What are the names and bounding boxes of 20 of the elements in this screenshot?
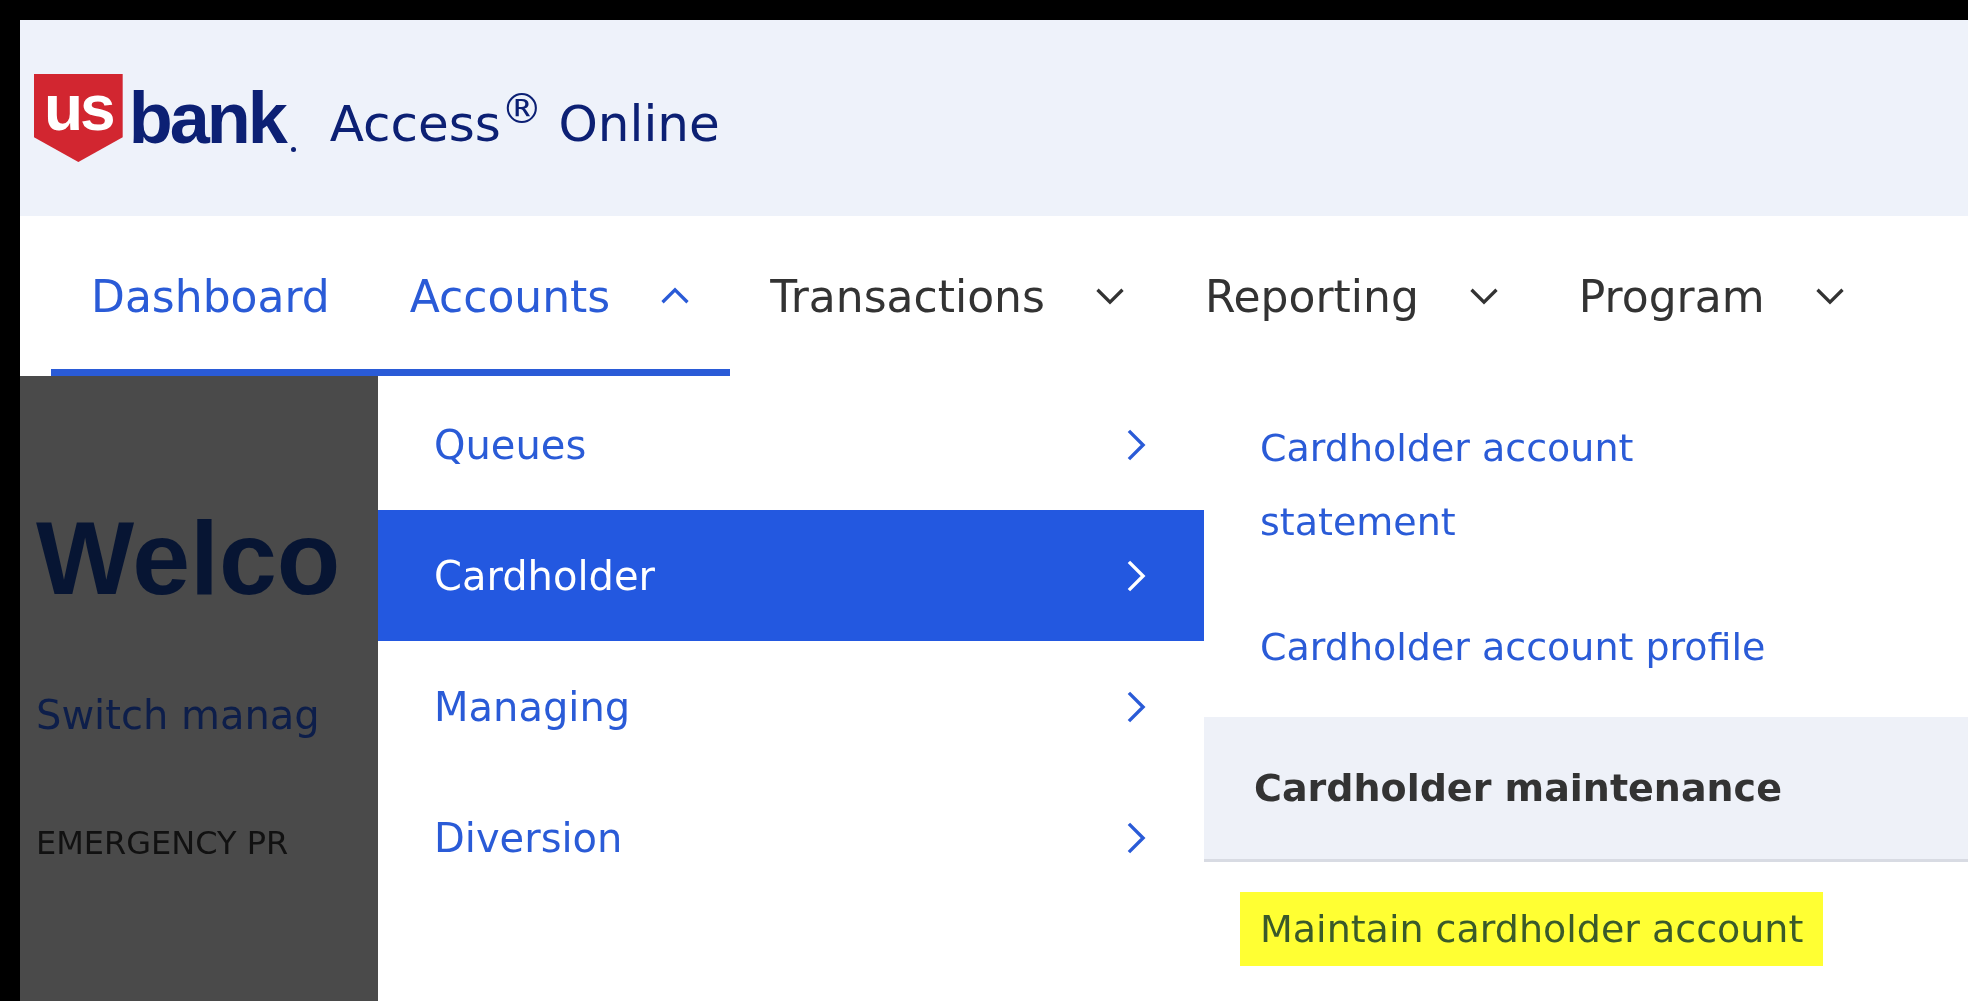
chevron-right-icon [1126,689,1146,724]
chevron-right-icon [1126,427,1146,462]
submenu-link[interactable]: Cardholder account profile [1260,610,1766,684]
menu-item[interactable]: Managing [378,641,1204,772]
app-title: Access$^{®}$ Online [329,83,720,153]
logo-text: bank [128,82,285,154]
submenu-link[interactable]: Cardholder account statement [1260,411,1780,559]
menu-item[interactable]: Queues [378,379,1204,510]
section-label: EMERGENCY PR [36,824,290,862]
submenu-link[interactable]: Maintain cardholder account [1240,892,1824,966]
nav-tab[interactable]: Program [1538,216,1885,376]
nav-tab[interactable]: Reporting [1164,216,1539,376]
logo-mark: us [34,74,123,162]
page-heading: Welco [36,506,342,610]
nav-tab[interactable]: Transactions [730,216,1165,376]
menu-item[interactable]: Cardholder [378,510,1204,641]
menu-item[interactable]: Diversion [378,772,1204,903]
submenu-heading: Cardholder maintenance [1204,717,1968,862]
chevron-right-icon [1126,558,1146,593]
chevron-right-icon [1126,820,1146,855]
